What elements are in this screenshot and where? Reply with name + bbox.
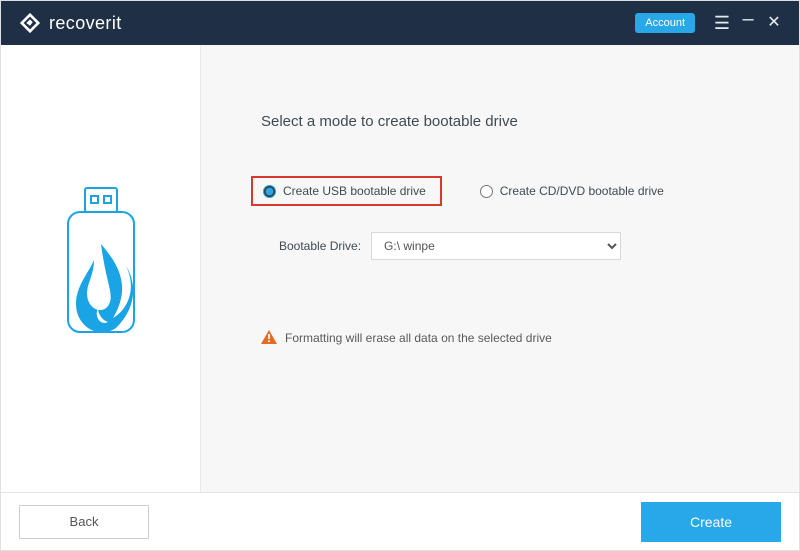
bootable-drive-label: Bootable Drive: (279, 239, 361, 253)
option-cd-dvd-bootable[interactable]: Create CD/DVD bootable drive (480, 184, 664, 198)
mode-radio-group: Create USB bootable drive Create CD/DVD … (251, 176, 759, 206)
warning-row: Formatting will erase all data on the se… (261, 330, 759, 345)
radio-usb[interactable] (263, 185, 276, 198)
recoverit-logo-icon (19, 12, 41, 34)
bootable-drive-select[interactable]: G:\ winpe (371, 232, 621, 260)
create-button[interactable]: Create (641, 502, 781, 542)
back-button[interactable]: Back (19, 505, 149, 539)
footer: Back Create (1, 492, 799, 550)
radio-cd-dvd[interactable] (480, 185, 493, 198)
left-illustration-pane (1, 45, 201, 492)
close-icon[interactable]: ✕ (761, 15, 787, 31)
app-name: recoverit (49, 13, 122, 34)
titlebar: recoverit Account ☰ – ✕ (1, 1, 799, 45)
usb-flame-illustration (58, 186, 144, 351)
option-usb-label: Create USB bootable drive (283, 184, 426, 198)
page-heading: Select a mode to create bootable drive (261, 113, 759, 130)
bootable-drive-row: Bootable Drive: G:\ winpe (279, 232, 759, 260)
warning-icon (261, 330, 277, 345)
option-usb-bootable[interactable]: Create USB bootable drive (251, 176, 442, 206)
menu-icon[interactable]: ☰ (709, 14, 735, 32)
main-content: Select a mode to create bootable drive C… (201, 45, 799, 492)
account-button[interactable]: Account (635, 13, 695, 33)
warning-text: Formatting will erase all data on the se… (285, 331, 552, 345)
option-cd-dvd-label: Create CD/DVD bootable drive (500, 184, 664, 198)
app-logo: recoverit (19, 12, 122, 34)
body: Select a mode to create bootable drive C… (1, 45, 799, 492)
minimize-icon[interactable]: – (735, 9, 761, 29)
